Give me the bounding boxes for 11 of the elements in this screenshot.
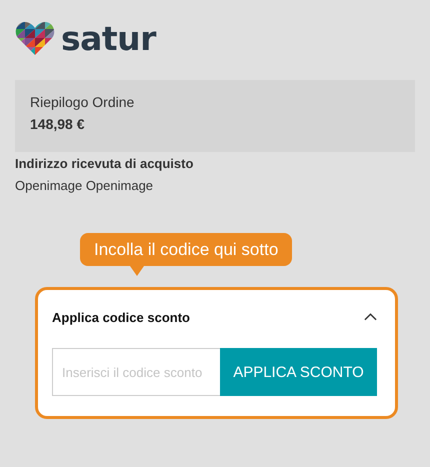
discount-code-field[interactable]: Inserisci il codice sconto — [52, 348, 220, 396]
logo-wordmark: satur — [61, 22, 156, 54]
apply-discount-button[interactable]: APPLICA SCONTO — [220, 348, 377, 396]
chevron-up-icon[interactable] — [364, 313, 377, 321]
callout-tooltip: Incolla il codice qui sotto — [80, 233, 292, 276]
heart-logo-icon — [15, 20, 55, 56]
section-heading: Indirizzo ricevuta di acquisto — [15, 155, 194, 173]
address-name: Openimage Openimage — [15, 178, 154, 193]
discount-title: Applica codice sconto — [52, 310, 190, 324]
summary-title: Riepilogo Ordine — [30, 94, 136, 110]
order-total: 148,98 € — [30, 116, 86, 132]
